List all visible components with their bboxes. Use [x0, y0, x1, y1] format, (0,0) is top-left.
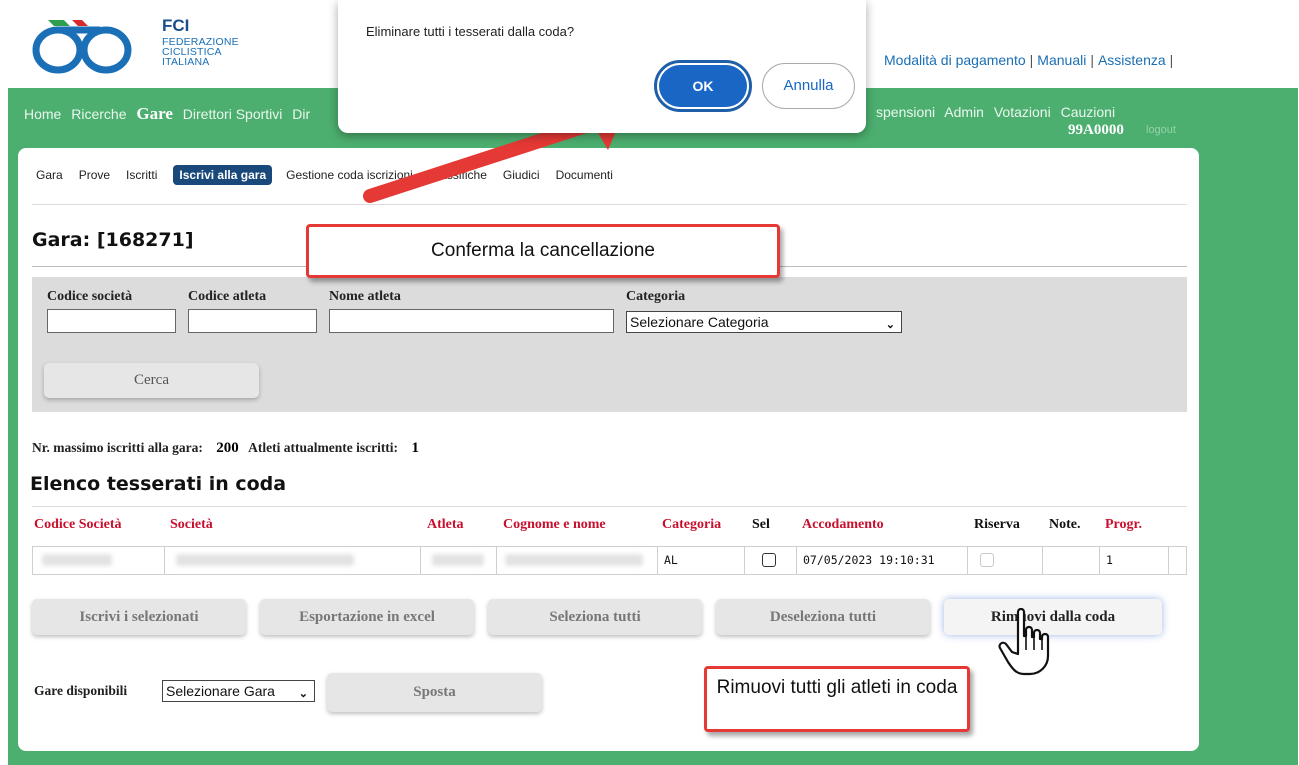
- nav-sospensioni[interactable]: spensioni: [876, 104, 935, 120]
- nav-cauzioni[interactable]: Cauzioni: [1061, 104, 1115, 120]
- cerca-button[interactable]: Cerca: [44, 363, 259, 398]
- top-links: Modalità di pagamento | Manuali | Assistenza…: [884, 52, 1177, 68]
- atleti-iscritti-label: Atleti attualmente iscritti:: [248, 440, 399, 455]
- gare-select[interactable]: Selezionare Gara ⌄: [162, 680, 315, 702]
- page-title: Gara: [168271]: [32, 229, 194, 251]
- fci-logo-icon: [32, 20, 132, 74]
- max-iscritti-value: 200: [216, 440, 239, 456]
- separator: |: [1169, 52, 1174, 68]
- redacted-value: [42, 554, 112, 566]
- codice-societa-label: Codice società: [47, 289, 133, 304]
- link-assistenza[interactable]: Assistenza: [1098, 52, 1166, 68]
- separator: |: [1090, 52, 1094, 68]
- categoria-select[interactable]: Selezionare Categoria ⌄: [626, 311, 902, 333]
- nav-dir[interactable]: Dir: [292, 106, 310, 122]
- redacted-value: [176, 554, 354, 566]
- nav-gare[interactable]: Gare: [136, 104, 173, 123]
- link-modalita-pagamento[interactable]: Modalità di pagamento: [884, 52, 1026, 68]
- dialog-message: Eliminare tutti i tesserati dalla coda?: [366, 24, 575, 39]
- codice-societa-input[interactable]: [47, 309, 176, 333]
- esportazione-excel-button[interactable]: Esportazione in excel: [260, 599, 474, 635]
- cell-accodamento: 07/05/2023 19:10:31: [797, 546, 968, 575]
- divider: [32, 506, 1187, 507]
- cell-note: [1043, 546, 1100, 575]
- col-sel: Sel: [752, 517, 770, 532]
- redacted-value: [432, 554, 484, 566]
- gare-disponibili-label: Gare disponibili: [34, 683, 128, 698]
- nav-votazioni[interactable]: Votazioni: [994, 104, 1051, 120]
- user-code: 99A0000: [1068, 122, 1124, 138]
- nome-atleta-label: Nome atleta: [329, 289, 401, 304]
- nav-admin[interactable]: Admin: [944, 104, 984, 120]
- categoria-label: Categoria: [626, 289, 686, 304]
- atleti-iscritti-value: 1: [411, 440, 419, 456]
- fci-logo-title: FCI: [162, 16, 190, 35]
- ok-button[interactable]: OK: [659, 65, 747, 107]
- main-nav-right: spensioni Admin Votazioni Cauzioni: [876, 104, 1121, 120]
- link-manuali[interactable]: Manuali: [1037, 52, 1086, 68]
- col-atleta: Atleta: [427, 517, 464, 532]
- col-societa: Società: [170, 517, 213, 532]
- chevron-down-icon: ⌄: [298, 688, 308, 700]
- fci-logo-line: ITALIANA: [162, 56, 210, 68]
- hand-cursor-icon: [998, 607, 1050, 676]
- col-riserva: Riserva: [974, 517, 1020, 532]
- seleziona-tutti-button[interactable]: Seleziona tutti: [488, 599, 702, 635]
- nav-ricerche[interactable]: Ricerche: [71, 106, 126, 122]
- separator: |: [1029, 52, 1034, 68]
- sel-checkbox[interactable]: [762, 553, 776, 567]
- logout-link[interactable]: logout: [1146, 124, 1176, 136]
- categoria-selected: Selezionare Categoria: [630, 314, 769, 330]
- col-categoria: Categoria: [662, 517, 722, 532]
- max-iscritti-label: Nr. massimo iscritti alla gara:: [32, 440, 203, 455]
- tab-prove[interactable]: Prove: [79, 168, 110, 182]
- cell-progr: 1: [1100, 546, 1169, 575]
- annulla-button[interactable]: Annulla: [762, 63, 855, 109]
- deseleziona-tutti-button[interactable]: Deseleziona tutti: [716, 599, 930, 635]
- nav-home[interactable]: Home: [24, 106, 61, 122]
- nome-atleta-input[interactable]: [329, 309, 614, 333]
- gare-selected: Selezionare Gara: [166, 683, 275, 699]
- redacted-value: [505, 554, 643, 566]
- col-progr: Progr.: [1105, 517, 1142, 532]
- col-note: Note.: [1049, 517, 1081, 532]
- queue-title: Elenco tesserati in coda: [30, 473, 287, 495]
- iscrivi-selezionati-button[interactable]: Iscrivi i selezionati: [32, 599, 246, 635]
- col-codice-societa: Codice Società: [34, 517, 122, 532]
- riserva-checkbox[interactable]: [980, 553, 994, 567]
- codice-atleta-label: Codice atleta: [188, 289, 267, 304]
- tab-iscrivi-alla-gara[interactable]: Iscrivi alla gara: [173, 165, 273, 185]
- tab-gara[interactable]: Gara: [36, 168, 63, 182]
- stats-line: Nr. massimo iscritti alla gara: 200 Atle…: [32, 440, 419, 457]
- sposta-button[interactable]: Sposta: [327, 673, 542, 712]
- col-accodamento: Accodamento: [802, 517, 884, 532]
- tab-iscritti[interactable]: Iscritti: [126, 168, 157, 182]
- annotation-rimuovi-tutti: Rimuovi tutti gli atleti in coda: [704, 666, 970, 732]
- nav-direttori-sportivi[interactable]: Direttori Sportivi: [183, 106, 283, 122]
- codice-atleta-input[interactable]: [188, 309, 317, 333]
- cell-categoria: AL: [658, 546, 745, 575]
- col-cognome-nome: Cognome e nome: [503, 517, 606, 532]
- main-nav: Home Ricerche Gare Direttori Sportivi Di…: [24, 104, 316, 124]
- annotation-conferma: Conferma la cancellazione: [306, 224, 780, 278]
- chevron-down-icon: ⌄: [885, 319, 895, 331]
